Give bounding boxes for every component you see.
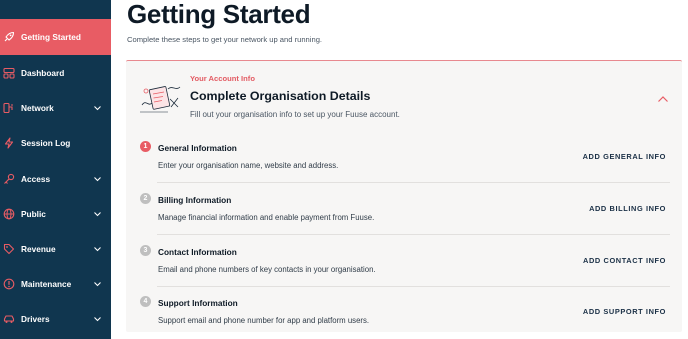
step-description: Manage financial information and enable … bbox=[158, 213, 375, 222]
lightning-icon bbox=[3, 137, 15, 149]
step-description: Enter your organisation name, website an… bbox=[158, 161, 339, 170]
chevron-up-icon[interactable] bbox=[657, 95, 669, 103]
step-number-badge: 3 bbox=[140, 245, 151, 256]
step-description: Email and phone numbers of key contacts … bbox=[158, 265, 376, 274]
card-description: Fill out your organisation info to set u… bbox=[190, 110, 400, 119]
sidebar-item-label: Network bbox=[21, 103, 54, 113]
organisation-details-card: Your Account Info Complete Organisation … bbox=[126, 60, 682, 332]
step-number-badge: 4 bbox=[140, 296, 151, 307]
step-title: Billing Information bbox=[158, 195, 232, 205]
sidebar-item-label: Drivers bbox=[21, 314, 50, 324]
page-subtitle: Complete these steps to get your network… bbox=[127, 35, 323, 44]
sidebar-item-label: Session Log bbox=[21, 138, 71, 148]
globe-icon bbox=[3, 208, 15, 220]
step-contact-information: 3 Contact Information Email and phone nu… bbox=[138, 235, 670, 287]
chevron-down-icon bbox=[94, 247, 101, 252]
chevron-down-icon bbox=[94, 177, 101, 182]
step-title: Support Information bbox=[158, 298, 238, 308]
page-title: Getting Started bbox=[127, 0, 311, 29]
sidebar-item-network[interactable]: Network bbox=[0, 90, 111, 126]
step-title: General Information bbox=[158, 143, 237, 153]
sidebar-item-dashboard[interactable]: Dashboard bbox=[0, 55, 111, 91]
add-support-info-button[interactable]: ADD SUPPORT INFO bbox=[583, 307, 666, 316]
step-number-badge: 2 bbox=[140, 193, 151, 204]
chevron-down-icon bbox=[94, 282, 101, 287]
key-icon bbox=[3, 173, 15, 185]
sidebar: Getting Started Dashboard Network Sessio… bbox=[0, 0, 111, 339]
chevron-down-icon bbox=[94, 106, 101, 111]
step-description: Support email and phone number for app a… bbox=[158, 316, 370, 325]
step-support-information: 4 Support Information Support email and … bbox=[138, 286, 670, 338]
card-eyebrow: Your Account Info bbox=[190, 74, 255, 83]
tag-icon bbox=[3, 243, 15, 255]
sidebar-item-label: Dashboard bbox=[21, 68, 65, 78]
sidebar-item-label: Revenue bbox=[21, 244, 56, 254]
sidebar-item-maintenance[interactable]: Maintenance bbox=[0, 266, 111, 302]
step-billing-information: 2 Billing Information Manage financial i… bbox=[138, 183, 670, 235]
network-icon bbox=[3, 102, 15, 114]
sidebar-item-getting-started[interactable]: Getting Started bbox=[0, 19, 111, 55]
car-icon bbox=[3, 313, 15, 325]
sidebar-item-label: Maintenance bbox=[21, 279, 72, 289]
alert-circle-icon bbox=[3, 278, 15, 290]
chevron-down-icon bbox=[94, 317, 101, 322]
sidebar-item-public[interactable]: Public bbox=[0, 196, 111, 232]
add-contact-info-button[interactable]: ADD CONTACT INFO bbox=[583, 256, 666, 265]
add-billing-info-button[interactable]: ADD BILLING INFO bbox=[589, 204, 666, 213]
sidebar-item-drivers[interactable]: Drivers bbox=[0, 301, 111, 337]
chevron-down-icon bbox=[94, 212, 101, 217]
rocket-icon bbox=[3, 31, 15, 43]
sidebar-item-access[interactable]: Access bbox=[0, 161, 111, 197]
step-general-information: 1 General Information Enter your organis… bbox=[138, 131, 670, 183]
form-illustration bbox=[140, 86, 181, 113]
sidebar-item-label: Access bbox=[21, 174, 51, 184]
sidebar-item-revenue[interactable]: Revenue bbox=[0, 231, 111, 267]
sidebar-item-label: Public bbox=[21, 209, 46, 219]
add-general-info-button[interactable]: ADD GENERAL INFO bbox=[583, 152, 666, 161]
sidebar-item-label: Getting Started bbox=[21, 32, 81, 42]
dashboard-icon bbox=[3, 67, 15, 79]
card-title: Complete Organisation Details bbox=[190, 89, 371, 103]
sidebar-item-session-log[interactable]: Session Log bbox=[0, 125, 111, 161]
step-title: Contact Information bbox=[158, 247, 237, 257]
step-number-badge: 1 bbox=[140, 141, 151, 152]
